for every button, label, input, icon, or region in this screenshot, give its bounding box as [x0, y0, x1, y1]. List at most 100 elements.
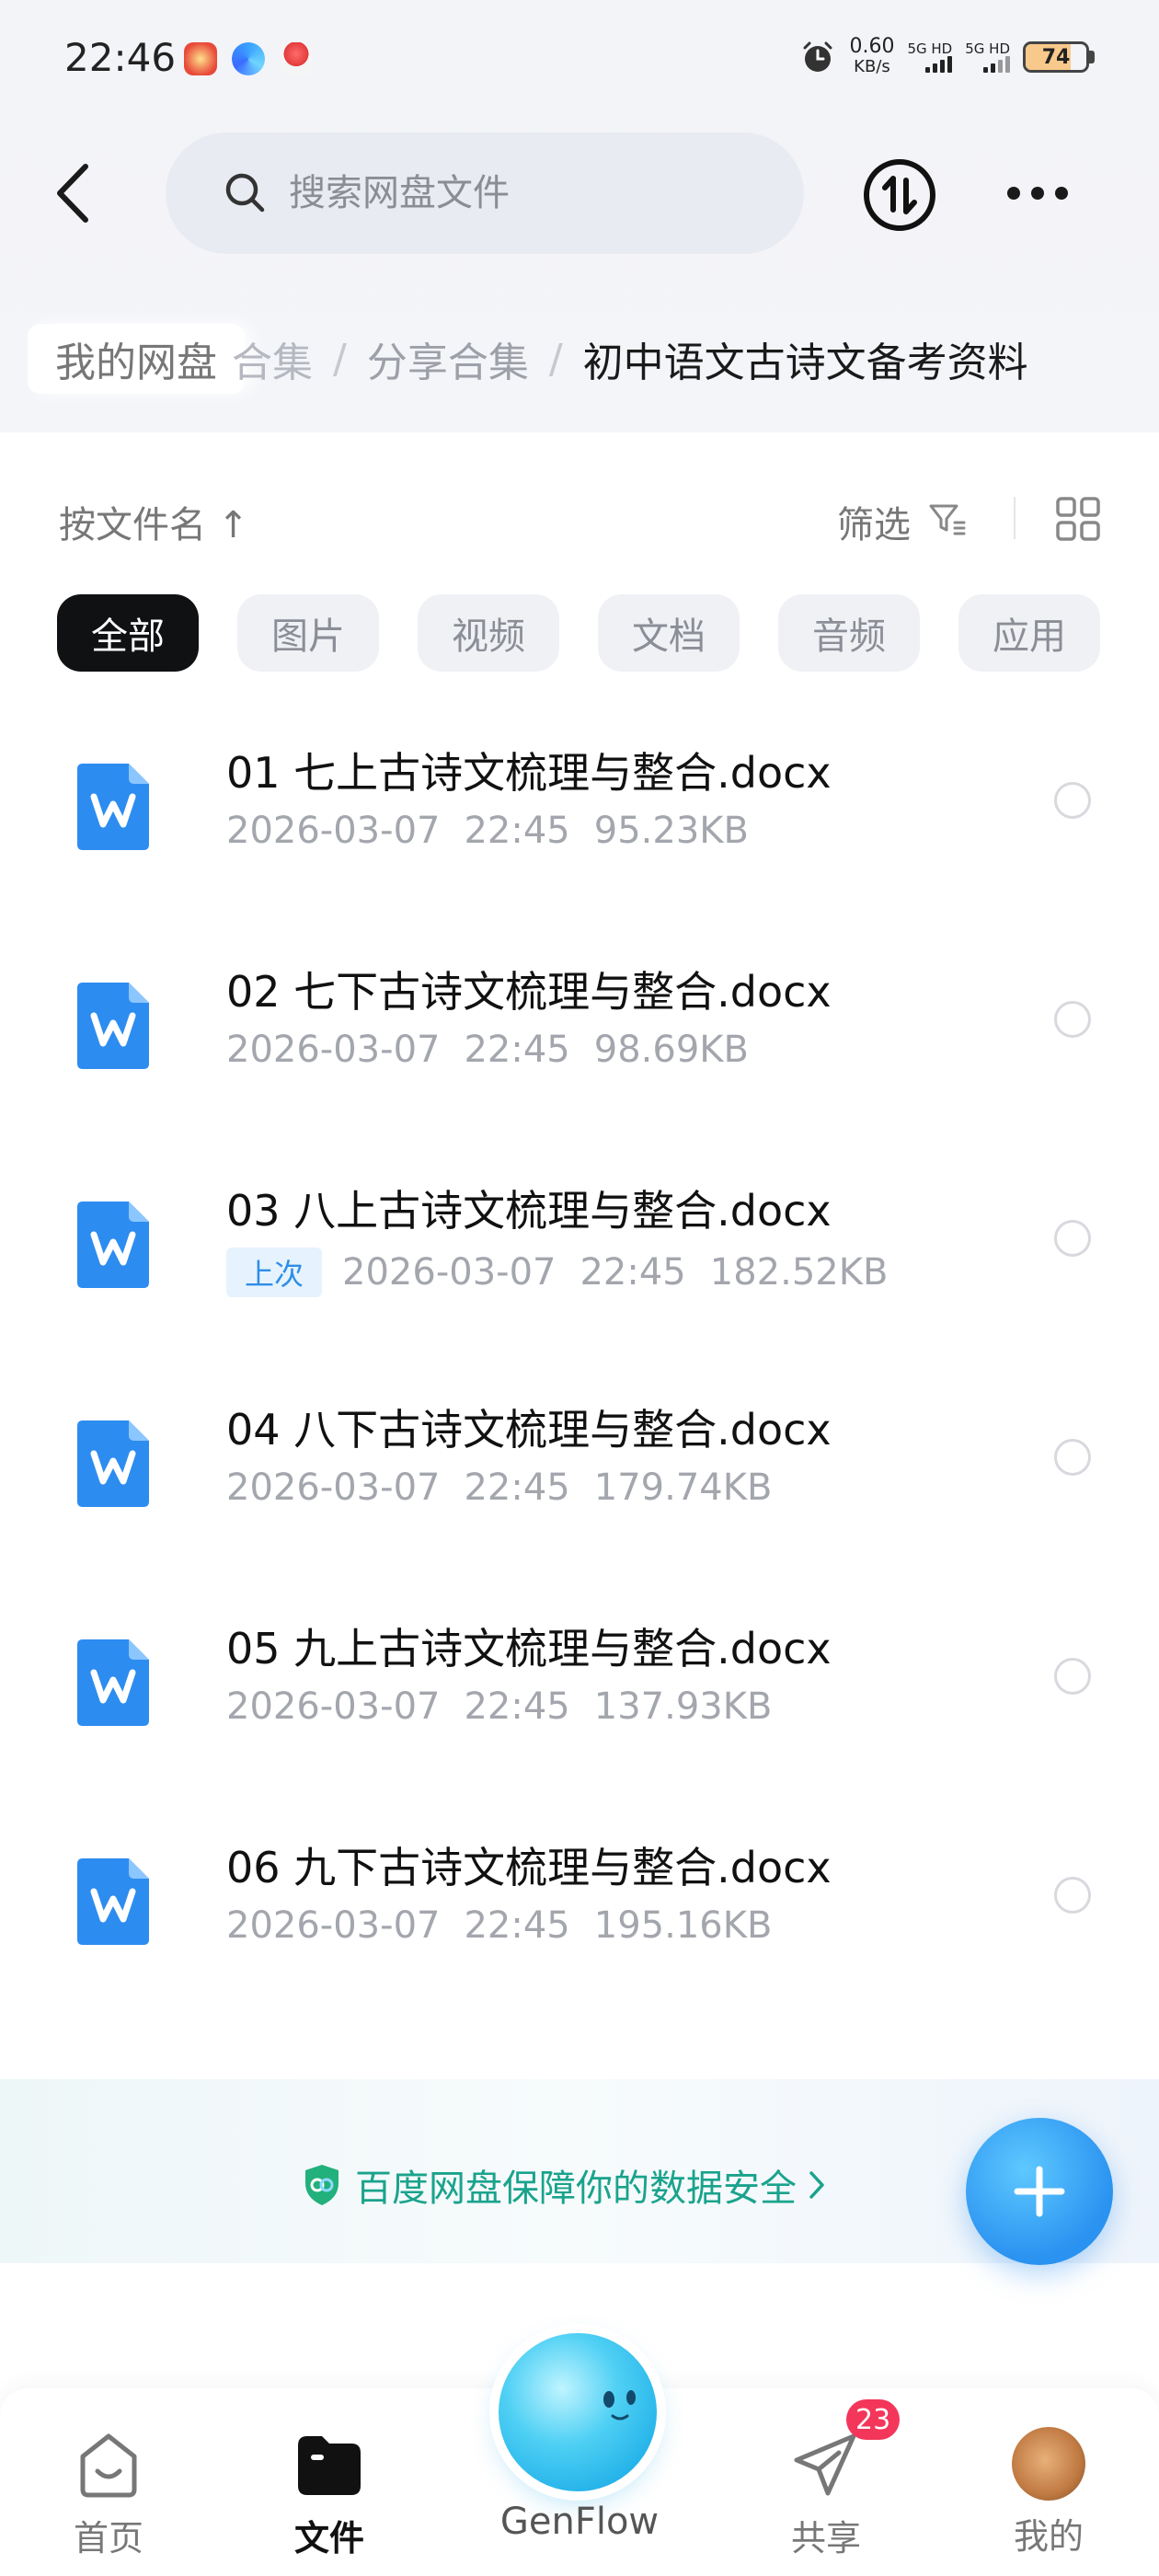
- transfer-list-button[interactable]: [863, 158, 936, 232]
- chip-images[interactable]: 图片: [237, 594, 379, 672]
- file-name: 01 七上古诗文梳理与整合.docx: [226, 748, 832, 798]
- file-date: 2026-03-07: [226, 1904, 441, 1947]
- file-name: 05 九上古诗文梳理与整合.docx: [226, 1624, 832, 1673]
- more-dot-icon: [1055, 187, 1068, 200]
- filter-button[interactable]: 筛选: [837, 495, 911, 548]
- file-time: 22:45: [580, 1251, 686, 1294]
- file-meta: 2026-03-07 22:45 195.16KB: [226, 1904, 772, 1947]
- file-row[interactable]: 05 九上古诗文梳理与整合.docx 2026-03-07 22:45 137.…: [0, 1592, 1159, 1794]
- net-speed-value: 0.60: [849, 35, 895, 58]
- file-size: 98.69KB: [593, 1029, 749, 1071]
- share-notification-badge: 23: [846, 2399, 901, 2440]
- file-time: 22:45: [464, 1685, 570, 1728]
- file-size: 182.52KB: [709, 1251, 889, 1294]
- shield-icon: [305, 2165, 339, 2205]
- search-bar[interactable]: [166, 132, 804, 254]
- filter-icon[interactable]: [925, 497, 970, 541]
- select-checkbox[interactable]: [1054, 1658, 1091, 1695]
- chevron-right-icon: [809, 2171, 824, 2199]
- last-opened-badge: 上次: [226, 1248, 323, 1297]
- file-meta: 2026-03-07 22:45 179.74KB: [226, 1466, 772, 1509]
- more-options-button[interactable]: [1001, 175, 1074, 212]
- file-size: 179.74KB: [593, 1466, 773, 1509]
- status-bar: 22:46 0.60 KB/s 5G HD 5G HD 74: [0, 0, 1159, 120]
- toolbar-divider: [1014, 497, 1016, 539]
- chip-videos[interactable]: 视频: [418, 594, 559, 672]
- status-time: 22:46: [64, 35, 177, 80]
- filter-chips: 全部 图片 视频 文档 音频 应用: [57, 594, 1100, 672]
- avatar: [1012, 2427, 1085, 2501]
- status-right: 0.60 KB/s 5G HD 5G HD 74: [799, 37, 1095, 77]
- select-checkbox[interactable]: [1054, 782, 1091, 819]
- status-app-icons: [184, 42, 313, 75]
- select-checkbox[interactable]: [1054, 1877, 1091, 1914]
- nav-share[interactable]: 共享: [752, 2425, 900, 2560]
- file-date: 2026-03-07: [226, 1029, 441, 1071]
- chip-audio[interactable]: 音频: [778, 594, 920, 672]
- search-icon: [225, 173, 265, 213]
- nav-files[interactable]: 文件: [256, 2425, 403, 2560]
- chip-apps[interactable]: 应用: [958, 594, 1100, 672]
- breadcrumb: 我的网盘 合集 / 分享合集 / 初中语文古诗文备考资料: [28, 322, 1159, 396]
- file-date: 2026-03-07: [342, 1251, 557, 1294]
- clown-app-icon: [184, 42, 217, 75]
- signal-2-bars-icon: [983, 56, 1010, 73]
- nav-mine[interactable]: 我的: [975, 2425, 1122, 2559]
- file-size: 195.16KB: [593, 1904, 773, 1947]
- paper-plane-icon: [794, 2433, 856, 2496]
- grid-view-icon[interactable]: [1054, 495, 1102, 543]
- folder-icon: [298, 2436, 361, 2495]
- net-speed-unit: KB/s: [854, 57, 890, 76]
- word-doc-icon: [77, 1639, 149, 1726]
- file-size: 95.23KB: [593, 810, 749, 852]
- file-row[interactable]: 03 八上古诗文梳理与整合.docx 上次 2026-03-07 22:45 1…: [0, 1154, 1159, 1356]
- nav-files-label: 文件: [293, 2518, 364, 2559]
- breadcrumb-root[interactable]: 我的网盘: [28, 324, 245, 394]
- word-doc-icon: [77, 1202, 149, 1288]
- file-name: 03 八上古诗文梳理与整合.docx: [226, 1186, 832, 1236]
- transfer-icon: [864, 159, 935, 231]
- word-doc-icon: [77, 1858, 149, 1945]
- signal-1-bars-icon: [925, 56, 953, 73]
- file-row[interactable]: 02 七下古诗文梳理与整合.docx 2026-03-07 22:45 98.6…: [0, 935, 1159, 1137]
- word-doc-icon: [77, 1420, 149, 1507]
- battery-cap: [1089, 51, 1095, 63]
- file-date: 2026-03-07: [226, 810, 441, 852]
- nav-genflow-label: GenFlow: [499, 2501, 660, 2543]
- home-icon: [80, 2433, 137, 2498]
- sort-by-name-button[interactable]: 按文件名 ↑: [59, 495, 248, 548]
- file-name: 06 九下古诗文梳理与整合.docx: [226, 1843, 832, 1892]
- word-doc-icon: [77, 983, 149, 1069]
- breadcrumb-share-collection[interactable]: 分享合集: [367, 329, 529, 388]
- breadcrumb-hidden-fragment[interactable]: 合集: [232, 329, 313, 388]
- chip-all[interactable]: 全部: [57, 594, 199, 672]
- nav-share-label: 共享: [790, 2518, 861, 2559]
- file-meta: 2026-03-07 22:45 137.93KB: [226, 1685, 772, 1728]
- select-checkbox[interactable]: [1054, 1439, 1091, 1476]
- file-name: 02 七下古诗文梳理与整合.docx: [226, 967, 832, 1017]
- file-size: 137.93KB: [593, 1685, 773, 1728]
- file-date: 2026-03-07: [226, 1466, 441, 1509]
- file-time: 22:45: [464, 1904, 570, 1947]
- battery-text: 74: [1041, 45, 1071, 69]
- select-checkbox[interactable]: [1054, 1001, 1091, 1038]
- more-dot-icon: [1031, 187, 1044, 200]
- select-checkbox[interactable]: [1054, 1220, 1091, 1257]
- word-doc-icon: [77, 764, 149, 850]
- file-meta: 2026-03-07 22:45 98.69KB: [226, 1029, 749, 1071]
- chip-documents[interactable]: 文档: [598, 594, 740, 672]
- security-link[interactable]: 百度网盘保障你的数据安全: [302, 2158, 826, 2212]
- file-row[interactable]: 01 七上古诗文梳理与整合.docx 2026-03-07 22:45 95.2…: [0, 716, 1159, 918]
- file-row[interactable]: 04 八下古诗文梳理与整合.docx 2026-03-07 22:45 179.…: [0, 1373, 1159, 1575]
- file-meta: 上次 2026-03-07 22:45 182.52KB: [226, 1248, 888, 1297]
- add-button[interactable]: [966, 2118, 1113, 2265]
- file-meta: 2026-03-07 22:45 95.23KB: [226, 810, 749, 852]
- search-input[interactable]: [289, 172, 786, 214]
- genflow-button[interactable]: [499, 2333, 657, 2491]
- back-button[interactable]: [40, 156, 105, 230]
- file-time: 22:45: [464, 1029, 570, 1071]
- nav-home[interactable]: 首页: [35, 2425, 182, 2560]
- file-time: 22:45: [464, 1466, 570, 1509]
- alarm-icon: [803, 41, 832, 72]
- file-row[interactable]: 06 九下古诗文梳理与整合.docx 2026-03-07 22:45 195.…: [0, 1811, 1159, 2013]
